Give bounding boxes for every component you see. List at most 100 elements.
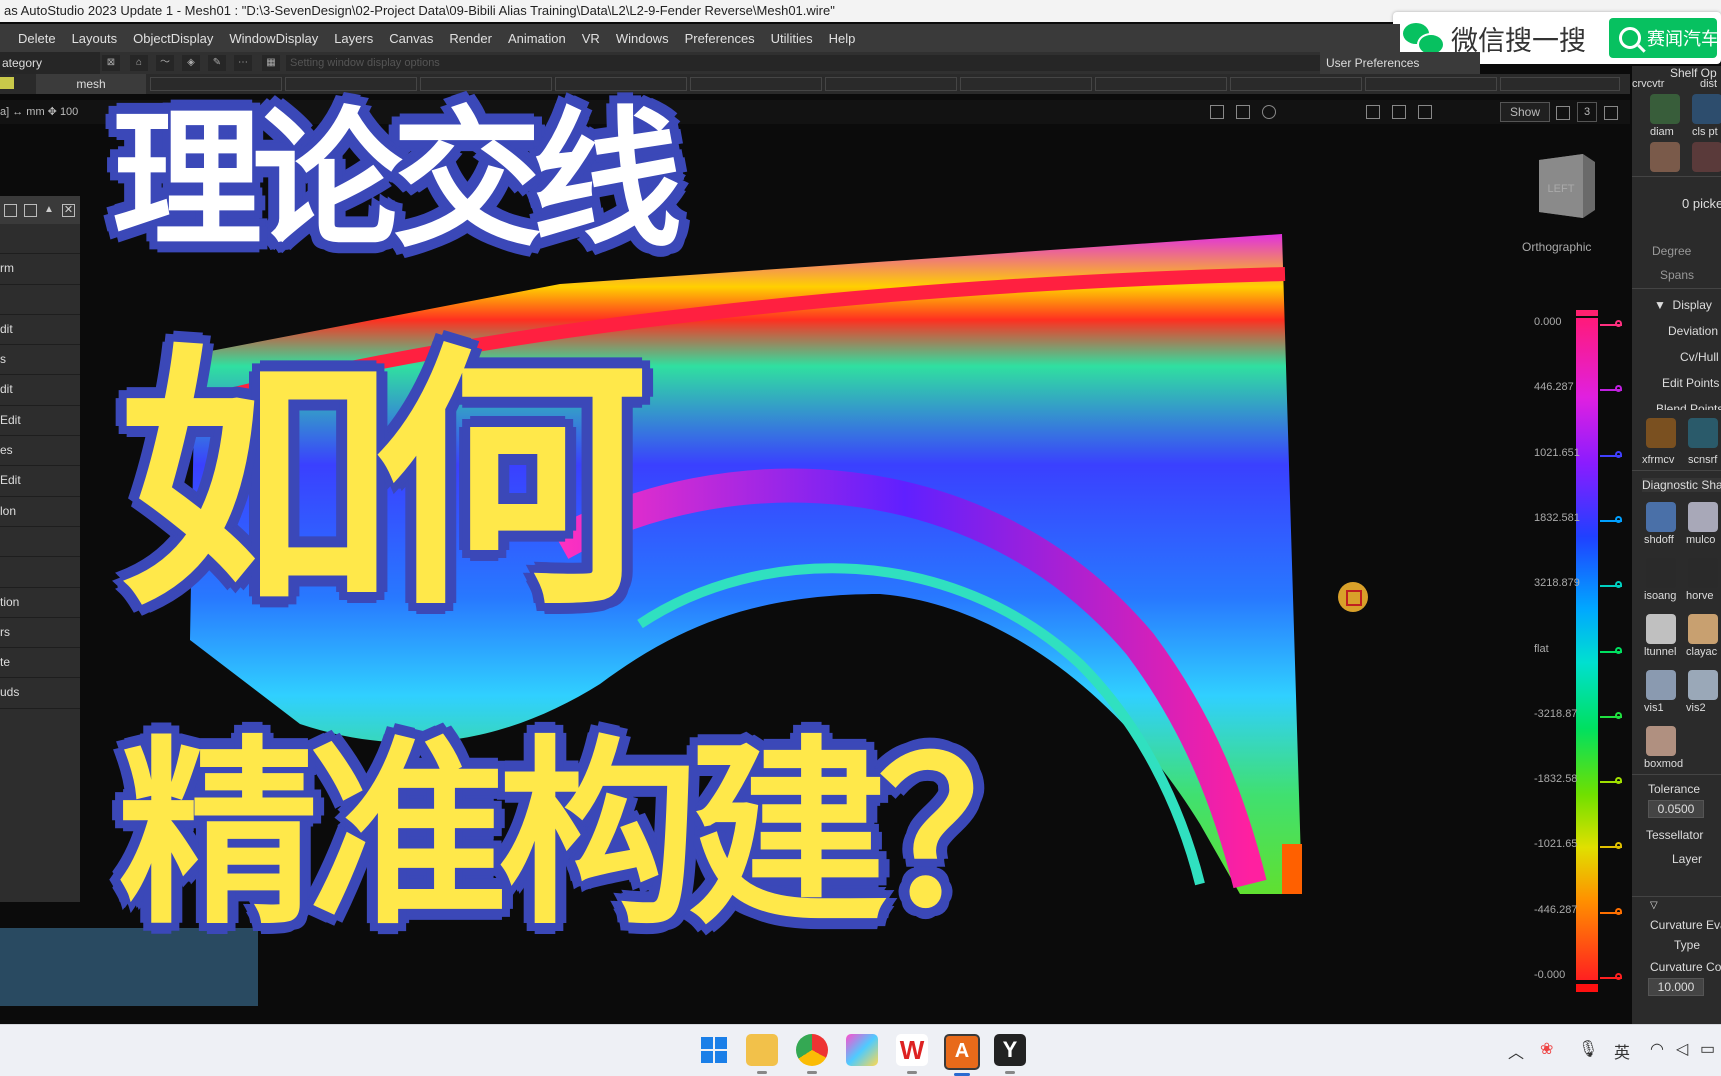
toolbar-button-7[interactable]: ▦ bbox=[262, 55, 280, 71]
shelf-icon-3[interactable] bbox=[1650, 142, 1680, 172]
palette-item[interactable]: uds bbox=[0, 678, 80, 709]
layer-slot[interactable] bbox=[1500, 77, 1620, 91]
volume-icon[interactable]: ◁ bbox=[1676, 1039, 1688, 1059]
palette-item[interactable]: Edit bbox=[0, 406, 80, 437]
palette-item[interactable]: rs bbox=[0, 618, 80, 649]
menu-item-delete[interactable]: Delete bbox=[10, 31, 64, 46]
palette-item[interactable] bbox=[0, 285, 80, 315]
palette-item[interactable]: dit bbox=[0, 375, 80, 406]
palette-item[interactable]: lon bbox=[0, 497, 80, 527]
menu-item-windowdisplay[interactable]: WindowDisplay bbox=[221, 31, 326, 46]
blend-points-option[interactable]: Blend Points bbox=[1656, 402, 1721, 410]
palette-item[interactable]: dit bbox=[0, 315, 80, 346]
ime-indicator[interactable]: 英 bbox=[1614, 1039, 1630, 1063]
quad-view-icon[interactable] bbox=[1418, 105, 1432, 119]
vis1-icon[interactable] bbox=[1646, 670, 1676, 700]
horve-icon[interactable] bbox=[1688, 558, 1718, 588]
palette-icon-a[interactable] bbox=[4, 204, 17, 217]
vis2-icon[interactable] bbox=[1688, 670, 1718, 700]
palette-item[interactable]: te bbox=[0, 648, 80, 679]
view-cube[interactable]: LEFT bbox=[1533, 150, 1597, 220]
edit-points-option[interactable]: Edit Points bbox=[1662, 376, 1719, 390]
scale-tick[interactable] bbox=[1600, 777, 1622, 785]
alias-autostudio-icon[interactable]: A bbox=[944, 1034, 980, 1076]
menu-item-help[interactable]: Help bbox=[821, 31, 864, 46]
tray-chevron-icon[interactable]: ︿ bbox=[1508, 1039, 1524, 1063]
layer-color-swatch[interactable] bbox=[0, 77, 14, 89]
scale-tick[interactable] bbox=[1600, 450, 1622, 458]
palette-item[interactable] bbox=[0, 557, 80, 588]
zoom-icon[interactable] bbox=[1262, 105, 1276, 119]
toolbar-button-2[interactable]: ⌂ bbox=[130, 55, 148, 71]
show-menu-button[interactable]: Show bbox=[1500, 102, 1550, 122]
palette-icon-b[interactable] bbox=[24, 204, 37, 217]
menu-item-animation[interactable]: Animation bbox=[500, 31, 574, 46]
scale-tick[interactable] bbox=[1600, 515, 1622, 523]
file-explorer-icon[interactable] bbox=[746, 1034, 778, 1074]
maximize-icon[interactable] bbox=[1604, 106, 1618, 120]
toolbar-button-1[interactable]: ⊠ bbox=[102, 55, 120, 71]
palette-item[interactable]: s bbox=[0, 345, 80, 376]
scale-tick[interactable] bbox=[1600, 711, 1622, 719]
clayac-icon[interactable] bbox=[1688, 614, 1718, 644]
layer-mesh[interactable]: mesh bbox=[36, 74, 146, 94]
palette-item[interactable]: rm bbox=[0, 254, 80, 285]
expand-icon[interactable]: ▽ bbox=[1650, 900, 1658, 911]
menu-item-render[interactable]: Render bbox=[441, 31, 500, 46]
menu-item-canvas[interactable]: Canvas bbox=[381, 31, 441, 46]
layer-slot[interactable] bbox=[690, 77, 822, 91]
boxmod-icon[interactable] bbox=[1646, 726, 1676, 756]
xfrmcv-icon[interactable] bbox=[1646, 418, 1676, 448]
closest-point-icon[interactable] bbox=[1692, 94, 1721, 124]
microphone-icon[interactable]: 🎙 bbox=[1578, 1039, 1598, 1059]
menu-item-utilities[interactable]: Utilities bbox=[763, 31, 821, 46]
scnsrf-icon[interactable] bbox=[1688, 418, 1718, 448]
scale-tick[interactable] bbox=[1600, 842, 1622, 850]
camera-icon[interactable] bbox=[1210, 105, 1224, 119]
layer-slot[interactable] bbox=[285, 77, 417, 91]
ltunnel-icon[interactable] bbox=[1646, 614, 1676, 644]
menu-item-layers[interactable]: Layers bbox=[326, 31, 381, 46]
frame-icon[interactable] bbox=[1236, 105, 1250, 119]
view-count[interactable]: 3 bbox=[1577, 102, 1597, 122]
battery-icon[interactable]: ▭ bbox=[1700, 1039, 1715, 1059]
display-section-toggle[interactable]: ▼ Display bbox=[1654, 298, 1712, 312]
y-app-icon[interactable]: Y bbox=[994, 1034, 1026, 1074]
shelf-icon-4[interactable] bbox=[1692, 142, 1721, 172]
scale-tick[interactable] bbox=[1600, 581, 1622, 589]
toolbar-button-4[interactable]: ◈ bbox=[182, 55, 200, 71]
windows-start-icon[interactable] bbox=[698, 1034, 730, 1066]
layer-slot[interactable] bbox=[825, 77, 957, 91]
scale-tick[interactable] bbox=[1600, 320, 1622, 327]
diameter-icon[interactable] bbox=[1650, 94, 1680, 124]
layer-slot[interactable] bbox=[1230, 77, 1362, 91]
palette-item[interactable] bbox=[0, 224, 80, 255]
scale-tick[interactable] bbox=[1600, 907, 1622, 915]
menu-item-layouts[interactable]: Layouts bbox=[64, 31, 126, 46]
palette-item[interactable]: es bbox=[0, 436, 80, 467]
palette-item[interactable]: Edit bbox=[0, 466, 80, 497]
user-preferences-tab[interactable]: User Preferences bbox=[1320, 52, 1480, 74]
scale-tick[interactable] bbox=[1600, 973, 1622, 980]
layer-slot[interactable] bbox=[960, 77, 1092, 91]
layer-slot[interactable] bbox=[1095, 77, 1227, 91]
wps-office-icon[interactable]: W bbox=[896, 1034, 928, 1074]
scale-tick[interactable] bbox=[1600, 385, 1622, 393]
tray-app-icon[interactable]: ❀ bbox=[1540, 1039, 1553, 1059]
palette-item[interactable] bbox=[0, 527, 80, 558]
square-icon[interactable] bbox=[1556, 106, 1570, 120]
cvhull-option[interactable]: Cv/Hull bbox=[1680, 350, 1719, 364]
palette-item[interactable]: tion bbox=[0, 588, 80, 618]
shdoff-icon[interactable] bbox=[1646, 502, 1676, 532]
deviation-option[interactable]: Deviation bbox=[1668, 324, 1718, 338]
curve-icon[interactable]: 〜 bbox=[156, 55, 174, 71]
menu-item-vr[interactable]: VR bbox=[574, 31, 608, 46]
layer-slot[interactable] bbox=[1365, 77, 1497, 91]
menu-item-preferences[interactable]: Preferences bbox=[677, 31, 763, 46]
wechat-search-button[interactable]: 赛闻汽车 bbox=[1609, 18, 1717, 58]
menu-item-objectdisplay[interactable]: ObjectDisplay bbox=[125, 31, 221, 46]
curvature-value-field[interactable]: 10.000 bbox=[1648, 978, 1704, 996]
layout-icon[interactable] bbox=[1392, 105, 1406, 119]
layer-slot[interactable] bbox=[555, 77, 687, 91]
mulco-icon[interactable] bbox=[1688, 502, 1718, 532]
